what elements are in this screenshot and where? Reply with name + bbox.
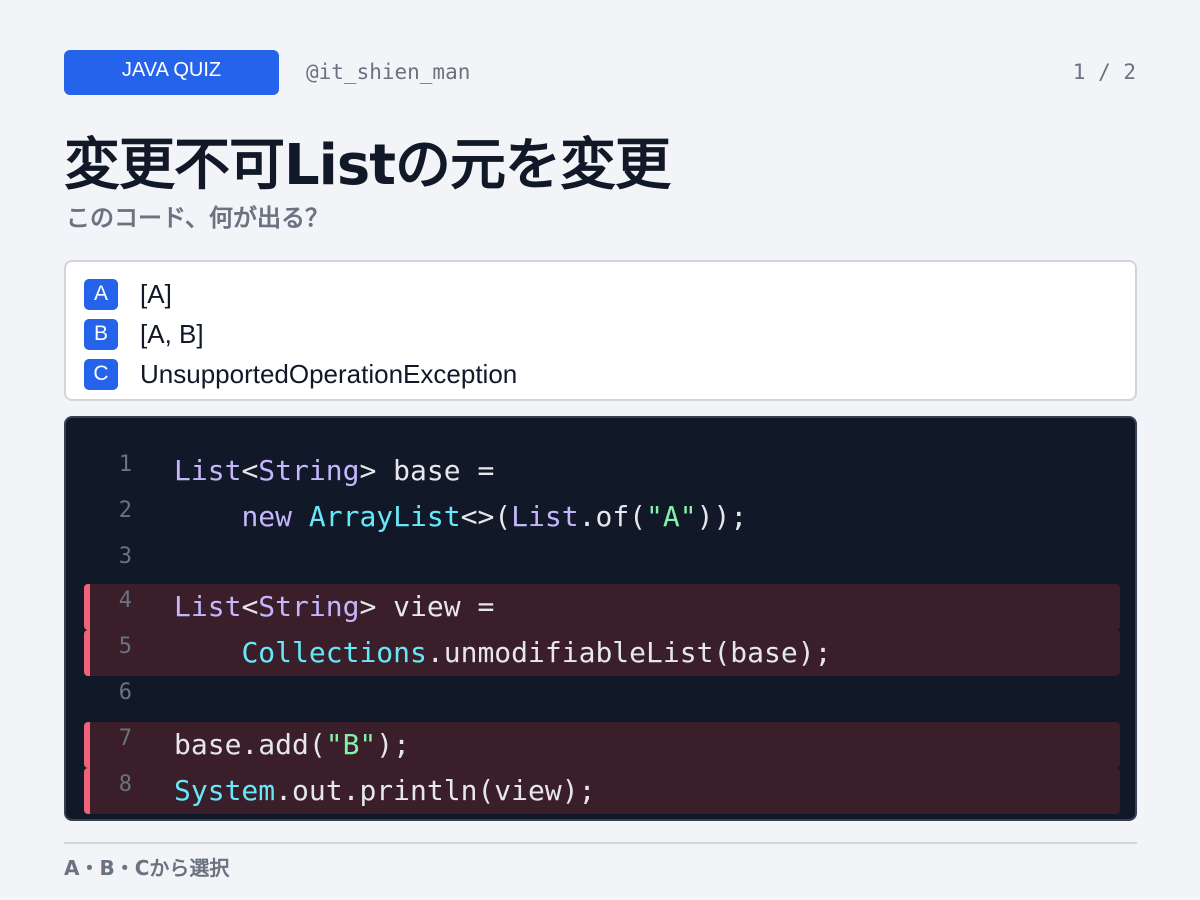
code-token: new [241, 500, 293, 533]
line-number: 5 [118, 634, 132, 659]
footer-instruction: A・B・Cから選択 [64, 856, 230, 880]
code-token: .out.println(view); [275, 774, 596, 807]
code-token: System [174, 774, 276, 807]
code-token: ArrayList [308, 500, 461, 533]
page-subtitle: このコード、何が出る？ [66, 204, 330, 232]
page-title: 変更不可Listの元を変更 [64, 133, 671, 198]
line-number: 1 [118, 452, 132, 477]
option-letter: B [84, 318, 118, 350]
code-token: "B" [325, 728, 377, 761]
code-line: 8 System.out.println(view); [84, 768, 1120, 814]
option-letter: A [84, 278, 118, 310]
line-number: 4 [118, 588, 132, 613]
code-line: 3 [84, 540, 1120, 586]
code-token: "A" [646, 500, 697, 533]
option-letter: C [84, 358, 118, 390]
code-token: String [258, 454, 360, 487]
code-token: ); [376, 728, 411, 761]
code-token: List [174, 590, 242, 623]
code-text: Collections.unmodifiableList(base); [174, 636, 831, 669]
code-token: String [258, 590, 360, 623]
code-line: 5 Collections.unmodifiableList(base); [84, 630, 1120, 676]
quiz-badge: JAVA QUIZ [64, 50, 279, 95]
code-token: <>( [460, 500, 512, 533]
code-line: 2 new ArrayList<>(List.of("A")); [84, 494, 1120, 540]
line-number: 8 [118, 772, 132, 797]
option-text: UnsupportedOperationException [140, 358, 518, 389]
code-token: )); [696, 500, 748, 533]
code-token: > base = [359, 454, 495, 487]
code-token: Collections [241, 636, 427, 669]
code-text: new ArrayList<>(List.of("A")); [174, 500, 747, 533]
option-text: [A] [140, 278, 172, 309]
line-number: 3 [118, 544, 132, 569]
code-token: List [174, 454, 242, 487]
author-handle: @it_shien_man [306, 60, 471, 84]
divider [64, 842, 1137, 844]
option-b[interactable]: B [A, B] [84, 314, 1135, 354]
code-token: .of( [578, 500, 647, 533]
code-text: List<String> view = [174, 590, 494, 623]
option-a[interactable]: A [A] [84, 274, 1135, 314]
code-line: 4 List<String> view = [84, 584, 1120, 630]
code-token: .unmodifiableList(base); [426, 636, 832, 669]
code-token: base.add( [174, 728, 326, 761]
code-text: System.out.println(view); [174, 774, 595, 807]
option-c[interactable]: C UnsupportedOperationException [84, 354, 1135, 394]
code-block: 1 List<String> base = 2 new ArrayList<>(Li… [64, 416, 1137, 821]
code-token: < [241, 590, 259, 623]
code-text: List<String> base = [174, 454, 494, 487]
code-line: 6 [84, 676, 1120, 722]
code-token: < [241, 454, 259, 487]
code-text: base.add("B"); [174, 728, 410, 761]
code-token: List [511, 500, 579, 533]
code-line: 7 base.add("B"); [84, 722, 1120, 768]
answer-options: A [A] B [A, B] C UnsupportedOperationExc… [64, 260, 1137, 401]
code-token: > view = [359, 590, 495, 623]
line-number: 2 [118, 498, 132, 523]
line-number: 6 [118, 680, 132, 705]
page-indicator: 1 / 2 [1072, 60, 1136, 84]
code-line: 1 List<String> base = [84, 448, 1120, 494]
option-text: [A, B] [140, 318, 204, 349]
line-number: 7 [118, 726, 132, 751]
